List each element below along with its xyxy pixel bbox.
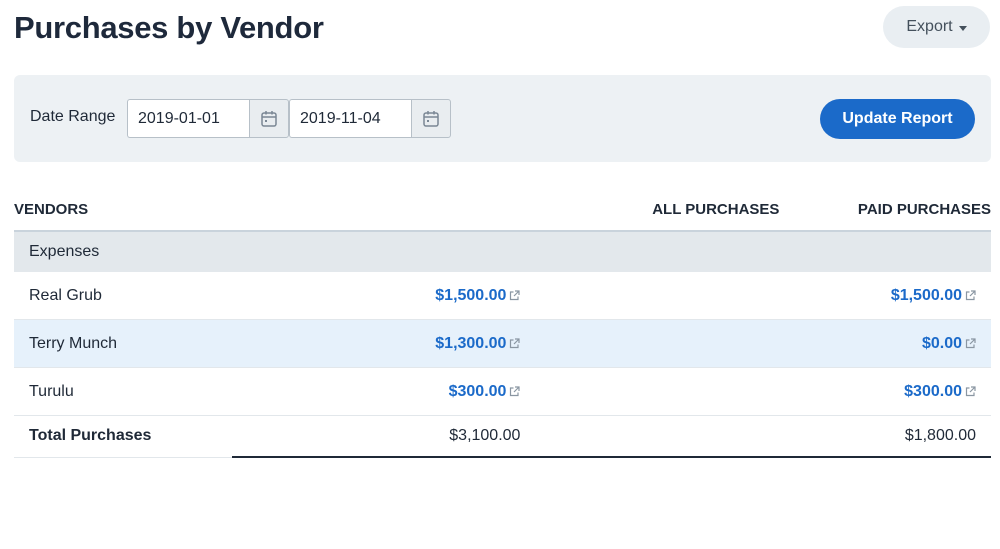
paid-purchases-link[interactable]: $300.00 xyxy=(904,383,976,401)
calendar-icon xyxy=(423,111,439,127)
external-link-icon xyxy=(510,290,521,301)
caret-down-icon xyxy=(958,25,967,31)
column-header-vendors: VENDORS xyxy=(14,188,233,232)
all-purchases-link[interactable]: $1,300.00 xyxy=(435,334,521,353)
group-label: Expenses xyxy=(14,231,991,272)
all-purchases-link[interactable]: $300.00 xyxy=(449,383,521,401)
table-row: Terry Munch $1,300.00 $0.00 xyxy=(14,319,991,368)
table-row: Real Grub $1,500.00 $1,500.00 xyxy=(14,272,991,320)
vendor-name: Terry Munch xyxy=(14,319,233,368)
total-row: Total Purchases $3,100.00 $1,800.00 xyxy=(14,415,991,458)
start-date-calendar-button[interactable] xyxy=(249,99,289,138)
filter-panel: Date Range 2019-01-01 2019-11-04 Update … xyxy=(14,75,991,162)
calendar-icon xyxy=(261,111,277,127)
external-link-icon xyxy=(510,386,521,397)
external-link-icon xyxy=(965,338,976,349)
purchases-table: VENDORS ALL PURCHASES PAID PURCHASES Exp… xyxy=(14,188,991,458)
end-date-group xyxy=(289,99,451,138)
vendor-name: Real Grub xyxy=(14,272,233,320)
export-button[interactable]: Export xyxy=(883,6,990,48)
update-report-button[interactable]: Update Report xyxy=(820,99,975,139)
table-row: Turulu $300.00 $300.00 xyxy=(14,367,991,416)
start-date-group xyxy=(127,99,289,138)
external-link-icon xyxy=(965,290,976,301)
vendor-name: Turulu xyxy=(14,367,233,416)
total-all-purchases: $3,100.00 xyxy=(232,415,780,458)
end-date-calendar-button[interactable] xyxy=(411,99,451,138)
total-paid-purchases: $1,800.00 xyxy=(779,415,991,458)
paid-purchases-link[interactable]: $1,500.00 xyxy=(891,287,976,305)
column-header-all-purchases: ALL PURCHASES xyxy=(232,188,780,232)
table-header-row: VENDORS ALL PURCHASES PAID PURCHASES xyxy=(14,188,991,232)
external-link-icon xyxy=(510,338,521,349)
page-title: Purchases by Vendor xyxy=(14,10,324,45)
amount-value: $300.00 xyxy=(904,382,962,400)
total-label: Total Purchases xyxy=(14,415,233,458)
external-link-icon xyxy=(965,386,976,397)
export-label: Export xyxy=(906,18,953,35)
amount-value: $1,500.00 xyxy=(890,286,962,304)
date-range-label: Date Range xyxy=(30,108,116,125)
amount-value: $0.00 xyxy=(921,334,962,352)
column-header-paid-purchases: PAID PURCHASES xyxy=(779,188,991,232)
start-date-input[interactable] xyxy=(127,99,249,138)
amount-value: $1,500.00 xyxy=(435,286,507,304)
all-purchases-link[interactable]: $1,500.00 xyxy=(435,286,521,305)
group-row: Expenses xyxy=(14,231,991,272)
amount-value: $1,300.00 xyxy=(435,334,507,352)
report-page: Purchases by Vendor Export Date Range 20… xyxy=(0,0,1000,549)
paid-purchases-link[interactable]: $0.00 xyxy=(922,335,976,353)
amount-value: $300.00 xyxy=(448,382,507,400)
end-date-input[interactable] xyxy=(289,99,411,138)
